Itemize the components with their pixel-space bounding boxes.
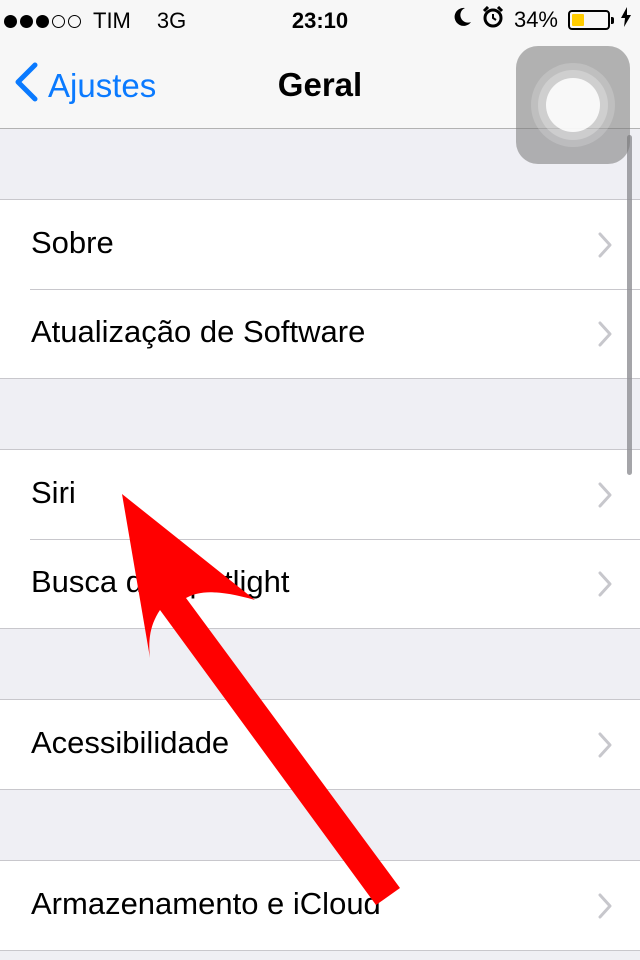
- row-label: Busca do Spotlight: [31, 564, 290, 599]
- alarm-icon: [482, 5, 504, 34]
- assistive-touch-center: [546, 78, 600, 132]
- settings-section: Sobre Atualização de Software: [0, 199, 640, 379]
- settings-section: Siri Busca do Spotlight: [0, 449, 640, 629]
- settings-row-siri[interactable]: Siri: [0, 450, 640, 539]
- settings-row-sobre[interactable]: Sobre: [0, 200, 640, 289]
- assistive-touch-ring: [538, 70, 608, 140]
- chevron-right-icon: [598, 482, 612, 513]
- settings-section: Armazenamento e iCloud: [0, 860, 640, 951]
- settings-row-acessibilidade[interactable]: Acessibilidade: [0, 700, 640, 789]
- row-label: Sobre: [31, 225, 114, 260]
- charging-bolt-icon: [620, 7, 632, 33]
- chevron-right-icon: [598, 893, 612, 924]
- row-label: Acessibilidade: [31, 725, 230, 760]
- settings-section: Acessibilidade: [0, 699, 640, 790]
- settings-row-atualizacao-de-software[interactable]: Atualização de Software: [0, 289, 640, 378]
- battery-percent: 34%: [513, 7, 558, 32]
- settings-row-busca-do-spotlight[interactable]: Busca do Spotlight: [0, 539, 640, 628]
- section-spacer: [0, 790, 640, 860]
- row-label: Siri: [31, 475, 76, 510]
- row-label: Armazenamento e iCloud: [31, 886, 381, 921]
- status-right: 34%: [454, 5, 632, 34]
- chevron-right-icon: [598, 232, 612, 263]
- assistive-touch-icon: [531, 63, 615, 147]
- assistive-touch-button[interactable]: [516, 46, 630, 164]
- battery-fill: [572, 14, 584, 26]
- chevron-right-icon: [598, 571, 612, 602]
- moon-icon: [454, 7, 472, 33]
- chevron-right-icon: [598, 732, 612, 763]
- section-spacer: [0, 629, 640, 699]
- settings-row-armazenamento-e-icloud[interactable]: Armazenamento e iCloud: [0, 861, 640, 950]
- row-label: Atualização de Software: [31, 314, 366, 349]
- battery-icon: [568, 10, 614, 30]
- scrollbar[interactable]: [627, 135, 632, 475]
- chevron-right-icon: [598, 321, 612, 352]
- section-spacer: [0, 379, 640, 449]
- settings-list: Sobre Atualização de Software Siri Busca…: [0, 129, 640, 951]
- status-bar: TIM 3G 23:10 34%: [0, 0, 640, 40]
